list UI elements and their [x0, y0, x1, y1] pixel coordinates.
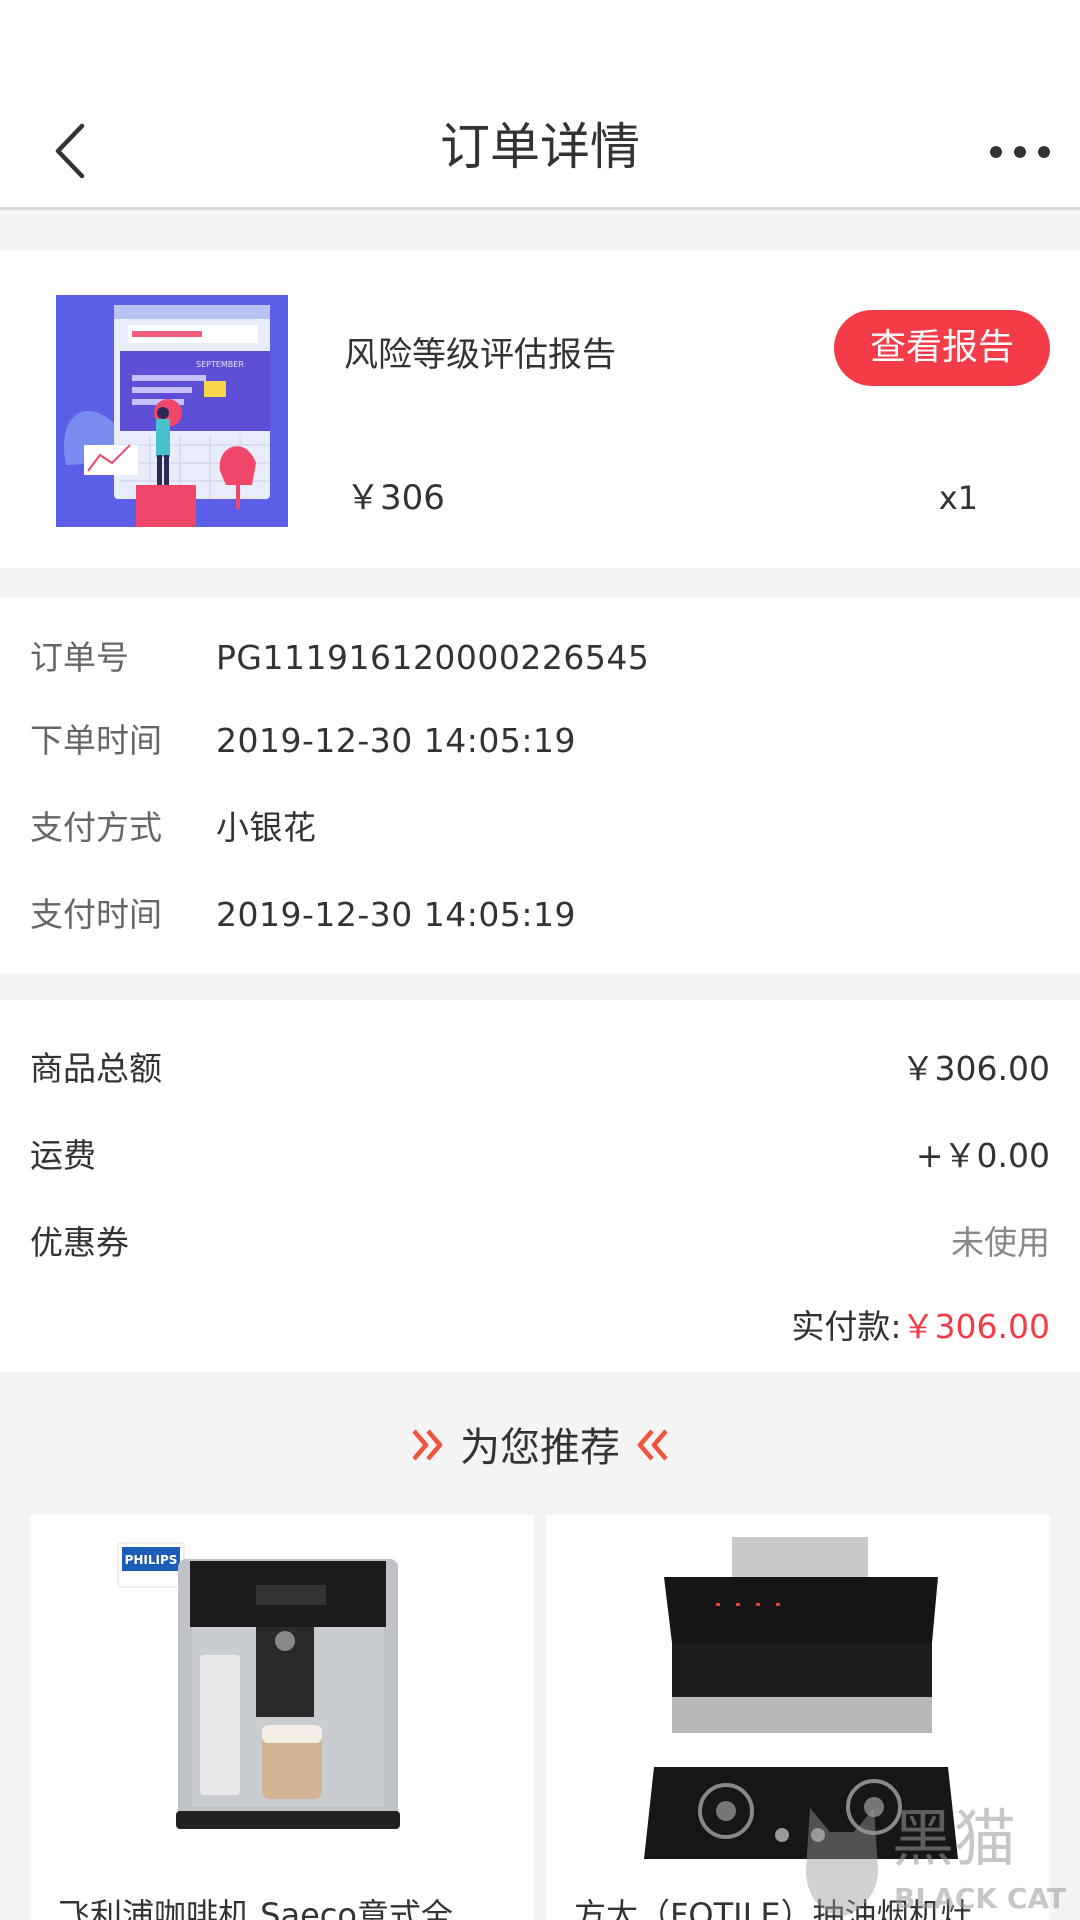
goods-total-value: ￥306.00	[901, 1049, 1050, 1088]
paid-amount: 实付款:￥306.00	[791, 1302, 1050, 1352]
goods-total-row: 商品总额 ￥306.00	[30, 1044, 1050, 1094]
coupon-value: 未使用	[951, 1223, 1050, 1262]
thumbnail-text: SEPTEMBER	[196, 360, 244, 369]
report-illustration: SEPTEMBER	[56, 295, 288, 527]
product-quantity: x1	[938, 479, 978, 517]
paid-value: ￥306.00	[901, 1307, 1050, 1346]
view-report-button[interactable]: 查看报告	[834, 310, 1050, 386]
recommend-item-coffee-machine[interactable]: PHILIPS 飞利浦咖啡机 Saeco意式全	[30, 1515, 534, 1920]
watermark-en-text: BLACK CAT	[894, 1882, 1066, 1915]
order-number-value: PG111916120000226545	[216, 638, 650, 677]
summary-label: 运费	[30, 1136, 96, 1175]
summary-label: 优惠券	[30, 1223, 129, 1262]
payment-time-value: 2019-12-30 14:05:19	[216, 895, 576, 934]
product-price: ￥306	[346, 478, 445, 518]
order-time-value: 2019-12-30 14:05:19	[216, 721, 576, 760]
more-dots-icon	[990, 146, 1002, 158]
paid-label: 实付款:	[791, 1307, 902, 1346]
info-label: 支付时间	[30, 895, 162, 934]
info-label: 支付方式	[30, 808, 162, 847]
more-button[interactable]	[990, 146, 1050, 160]
product-thumbnail[interactable]: SEPTEMBER	[56, 295, 288, 527]
product-card: SEPTEMBER 风险等级评估报告 查看报告 ￥306 x1	[0, 250, 1080, 568]
order-info-card: 订单号 PG111916120000226545 下单时间 2019-12-30…	[0, 598, 1080, 973]
brand-logo-text: PHILIPS	[125, 1553, 178, 1567]
recommend-item-name: 飞利浦咖啡机 Saeco意式全	[58, 1896, 453, 1920]
recommend-header: 为您推荐	[0, 1418, 1080, 1474]
recommend-title: 为您推荐	[460, 1425, 620, 1471]
nav-bar: 订单详情	[0, 92, 1080, 210]
summary-label: 商品总额	[30, 1049, 162, 1088]
watermark-cn-text: 黑猫	[892, 1802, 1016, 1875]
payment-method-value: 小银花	[216, 808, 317, 847]
shipping-row: 运费 +￥0.00	[30, 1131, 1050, 1181]
info-label: 订单号	[30, 638, 129, 677]
page-title: 订单详情	[440, 118, 640, 176]
status-bar	[0, 0, 1080, 92]
double-chevron-left-icon	[637, 1429, 668, 1461]
info-label: 下单时间	[30, 721, 162, 760]
double-chevron-right-icon	[412, 1429, 443, 1461]
coffee-machine-image: PHILIPS	[117, 1542, 400, 1829]
blackcat-watermark: 黑猫 BLACK CAT	[782, 1788, 1072, 1920]
product-name: 风险等级评估报告	[344, 335, 616, 375]
blackcat-logo-icon: 黑猫 BLACK CAT	[806, 1802, 1066, 1916]
shipping-value: +￥0.00	[915, 1136, 1050, 1175]
order-summary-card: 商品总额 ￥306.00 运费 +￥0.00 优惠券 未使用 实付款:￥306.…	[0, 1000, 1080, 1372]
coupon-row[interactable]: 优惠券 未使用	[30, 1218, 1050, 1268]
